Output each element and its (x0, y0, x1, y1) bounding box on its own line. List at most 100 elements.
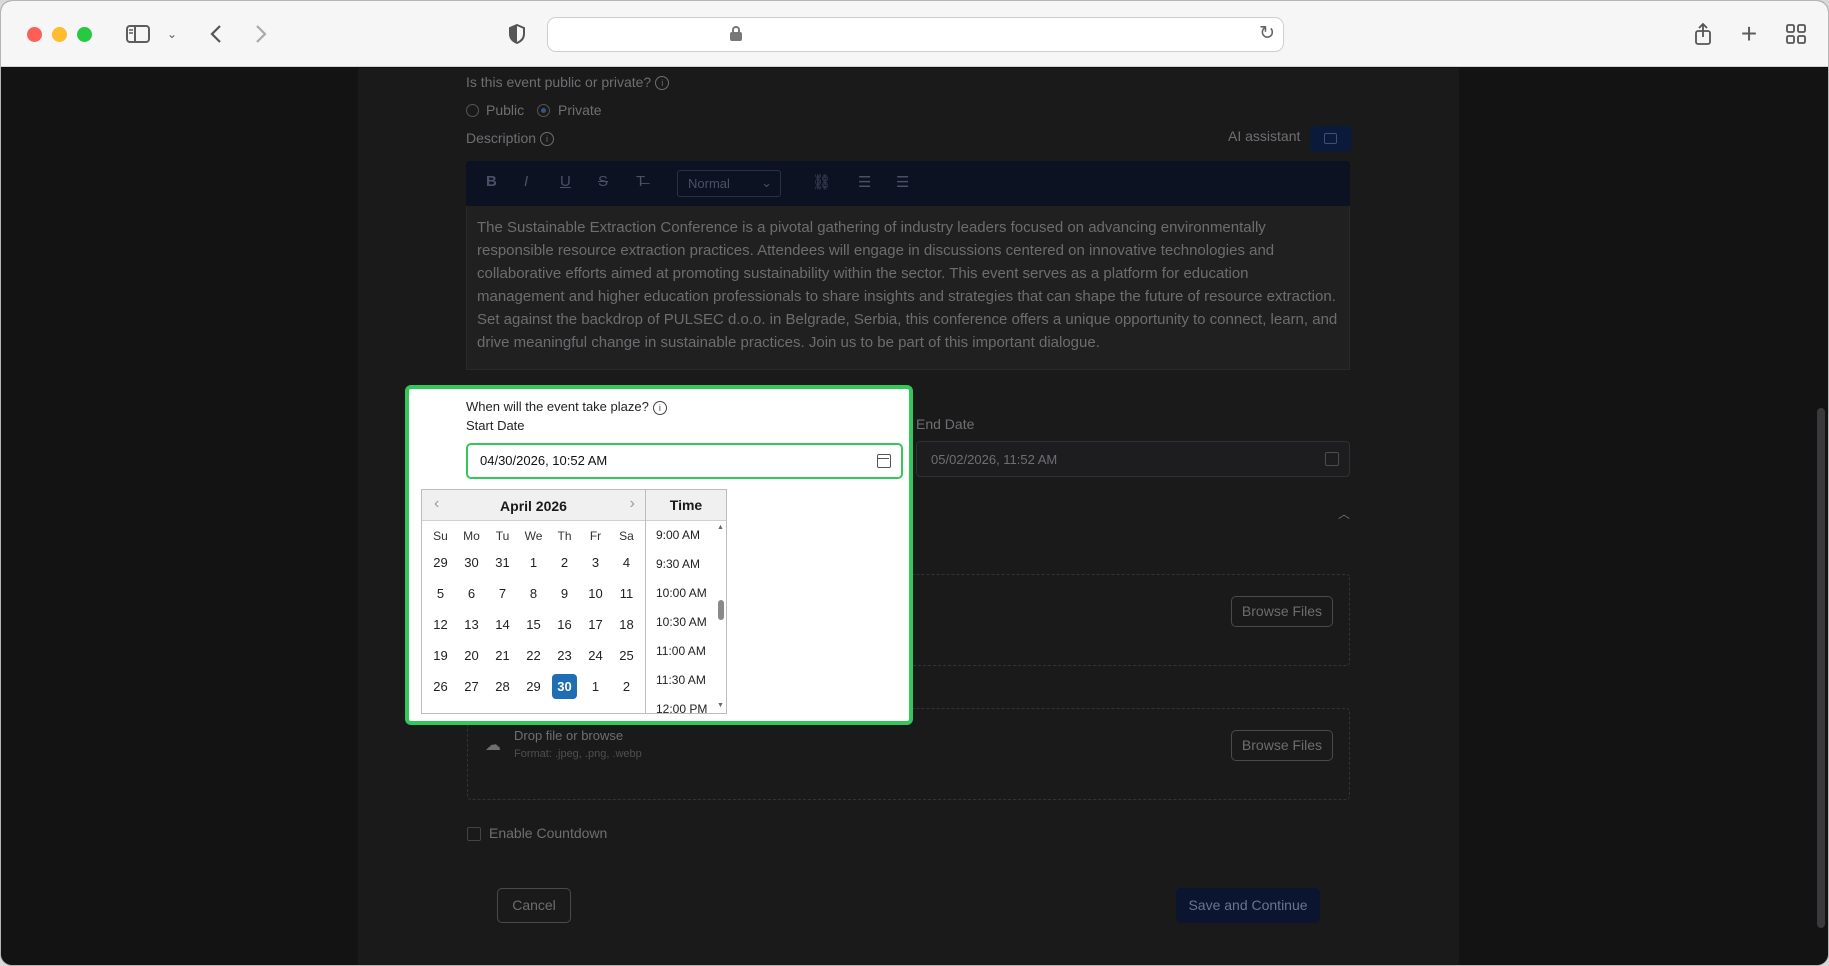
shield-icon[interactable] (506, 19, 528, 49)
start-date-input[interactable]: 04/30/2026, 10:52 AM (466, 443, 903, 479)
calendar-day[interactable]: 30 (456, 547, 487, 578)
maximize-window-button[interactable] (77, 27, 92, 42)
calendar-day[interactable]: 1 (518, 547, 549, 578)
time-list[interactable]: 9:00 AM 9:30 AM 10:00 AM 10:30 AM 11:00 AM 11… (646, 521, 726, 713)
page-scrollbar[interactable] (1817, 408, 1825, 928)
share-icon[interactable] (1691, 19, 1715, 49)
cancel-button[interactable]: Cancel (497, 888, 571, 923)
calendar-day[interactable]: 21 (487, 640, 518, 671)
description-editor[interactable]: The Sustainable Extraction Conference is… (466, 206, 1350, 370)
time-option[interactable]: 9:00 AM (646, 521, 726, 550)
calendar-day[interactable]: 19 (425, 640, 456, 671)
upload-cloud-icon: ☁ (485, 737, 501, 754)
browse-files-button-2[interactable]: Browse Files (1231, 730, 1333, 761)
calendar-day[interactable]: 22 (518, 640, 549, 671)
calendar-day[interactable]: 16 (549, 609, 580, 640)
chevron-up-icon[interactable]: ︿ (1338, 505, 1350, 522)
weekday-header: Su (433, 529, 448, 543)
calendar-day-number: 26 (433, 679, 448, 694)
format-select[interactable]: Normal ⌄ (677, 170, 781, 197)
calendar-day-number: 3 (591, 555, 600, 570)
calendar-day[interactable]: 29 (518, 671, 549, 702)
calendar-day[interactable]: 20 (456, 640, 487, 671)
calendar-day-number: 31 (495, 555, 510, 570)
calendar-day[interactable]: 13 (456, 609, 487, 640)
time-option[interactable]: 10:00 AM (646, 579, 726, 608)
address-bar[interactable]: ↻ (547, 17, 1284, 52)
close-window-button[interactable] (27, 27, 42, 42)
calendar-day[interactable]: 25 (611, 640, 642, 671)
chevron-down-icon[interactable]: ⌄ (165, 19, 179, 49)
new-tab-icon[interactable]: + (1737, 18, 1761, 49)
countdown-label: Enable Countdown (489, 825, 608, 841)
calendar-day[interactable]: 27 (456, 671, 487, 702)
time-option[interactable]: 10:30 AM (646, 608, 726, 637)
calendar-day[interactable]: 26 (425, 671, 456, 702)
calendar-day[interactable]: 24 (580, 640, 611, 671)
time-option[interactable]: 9:30 AM (646, 550, 726, 579)
end-date-input[interactable]: 05/02/2026, 11:52 AM (916, 441, 1350, 477)
bold-icon[interactable]: B (486, 173, 497, 190)
calendar-day[interactable]: 15 (518, 609, 549, 640)
calendar-day[interactable]: 31 (487, 547, 518, 578)
calendar-day[interactable]: 3 (580, 547, 611, 578)
calendar-day[interactable]: 5 (425, 578, 456, 609)
calendar-day[interactable]: 17 (580, 609, 611, 640)
back-button[interactable] (206, 19, 226, 49)
info-icon[interactable]: i (655, 76, 670, 91)
save-continue-button[interactable]: Save and Continue (1176, 888, 1320, 923)
radio-public[interactable] (466, 104, 479, 117)
calendar-day[interactable]: 11 (611, 578, 642, 609)
underline-icon[interactable]: U (560, 173, 571, 190)
scroll-thumb[interactable] (718, 600, 724, 620)
calendar-day-number: 18 (619, 617, 634, 632)
calendar-day[interactable]: 8 (518, 578, 549, 609)
calendar-day[interactable]: 6 (456, 578, 487, 609)
clear-format-icon[interactable]: T̶ (636, 173, 645, 190)
calendar-day[interactable]: 2 (549, 547, 580, 578)
calendar-day[interactable]: 7 (487, 578, 518, 609)
bullet-list-icon[interactable]: ☰ (896, 173, 909, 191)
calendar-day[interactable]: 28 (487, 671, 518, 702)
calendar-day-number: 7 (498, 586, 507, 601)
italic-icon[interactable]: I (524, 173, 528, 190)
time-scrollbar[interactable]: ▲ ▼ (717, 524, 724, 709)
ai-assistant-button[interactable] (1310, 126, 1352, 152)
time-option[interactable]: 11:30 AM (646, 666, 726, 695)
calendar-day[interactable]: 12 (425, 609, 456, 640)
radio-private[interactable] (537, 104, 550, 117)
calendar-icon[interactable] (1325, 452, 1339, 466)
calendar-day[interactable]: 23 (549, 640, 580, 671)
calendar-day[interactable]: 9 (549, 578, 580, 609)
calendar-day[interactable]: 2 (611, 671, 642, 702)
ordered-list-icon[interactable]: ☰ (858, 173, 871, 191)
calendar-day[interactable]: 1 (580, 671, 611, 702)
start-date-value: 04/30/2026, 10:52 AM (480, 453, 608, 468)
tab-overview-icon[interactable] (1784, 19, 1808, 49)
sidebar-icon[interactable] (125, 19, 151, 49)
browse-files-button-1[interactable]: Browse Files (1231, 596, 1333, 627)
calendar-day[interactable]: 14 (487, 609, 518, 640)
reload-icon[interactable]: ↻ (1259, 22, 1275, 45)
time-option[interactable]: 11:00 AM (646, 637, 726, 666)
ai-assistant-label: AI assistant (1228, 128, 1301, 144)
calendar-day[interactable]: 18 (611, 609, 642, 640)
link-icon[interactable]: ⛓ (812, 173, 831, 191)
next-month-icon[interactable]: › (630, 495, 635, 513)
calendar-day-selected[interactable]: 30 (549, 671, 580, 702)
start-date-label: Start Date (466, 418, 525, 433)
calendar-day[interactable]: 4 (611, 547, 642, 578)
info-icon[interactable]: i (540, 132, 555, 147)
calendar-day[interactable]: 10 (580, 578, 611, 609)
forward-button[interactable] (251, 19, 271, 49)
time-option[interactable]: 12:00 PM (646, 695, 726, 713)
strikethrough-icon[interactable]: S (598, 173, 608, 190)
info-icon[interactable]: i (652, 400, 667, 415)
calendar-icon[interactable] (877, 454, 891, 468)
scroll-down-icon[interactable]: ▼ (717, 702, 724, 709)
minimize-window-button[interactable] (52, 27, 67, 42)
countdown-checkbox[interactable] (467, 827, 481, 841)
calendar-day-number: 13 (464, 617, 479, 632)
scroll-up-icon[interactable]: ▲ (717, 524, 724, 531)
calendar-day[interactable]: 29 (425, 547, 456, 578)
